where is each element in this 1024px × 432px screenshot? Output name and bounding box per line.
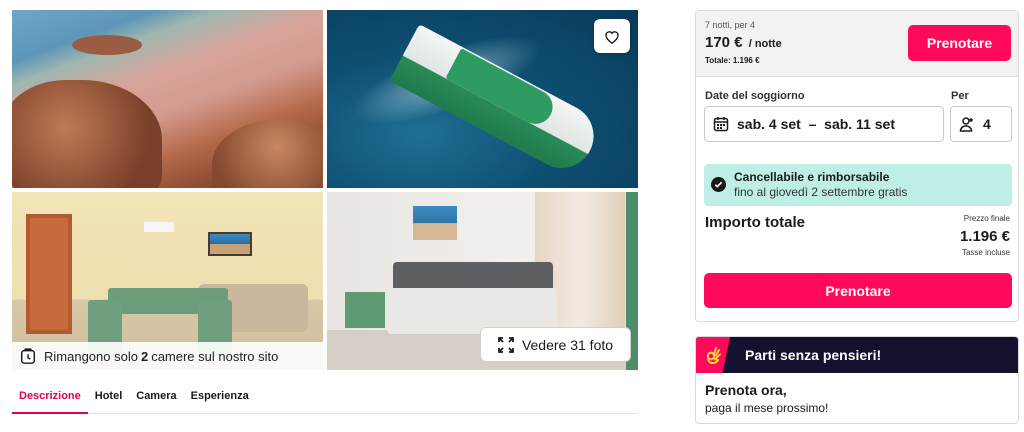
price-value: 170 € xyxy=(705,34,743,51)
final-price-label: Prezzo finale xyxy=(963,214,1010,223)
ok-hand-icon xyxy=(696,337,730,373)
book-button-top[interactable]: Prenotare xyxy=(908,25,1011,61)
total-line: Totale: 1.196 € xyxy=(705,56,760,65)
guests-label: Per xyxy=(951,90,969,102)
cancellation-subtitle: fino al giovedì 2 settembre gratis xyxy=(734,185,908,199)
rooms-left-banner: Rimangono solo 2 camere sul nostro sito xyxy=(12,342,323,370)
booking-card: 7 notti, per 4 170 € / notte Totale: 1.1… xyxy=(695,10,1019,322)
promo-line-2: paga il mese prossimo! xyxy=(705,401,829,415)
price-unit: / notte xyxy=(748,38,782,50)
dates-field[interactable]: sab. 4 set – sab. 11 set xyxy=(704,106,944,142)
expand-icon xyxy=(498,336,514,353)
rooms-prefix: Rimangono solo xyxy=(44,348,138,364)
check-circle-icon xyxy=(711,177,726,192)
guests-value: 4 xyxy=(983,116,991,132)
clock-icon xyxy=(18,346,38,366)
nightly-price: 170 € / notte xyxy=(705,34,782,51)
calendar-icon xyxy=(713,117,729,132)
dates-label: Date del soggiorno xyxy=(705,90,805,102)
promo-title: Parti senza pensieri! xyxy=(745,347,882,363)
photo-gallery: Rimangono solo 2 camere sul nostro sito … xyxy=(12,10,638,370)
tax-included-label: Tasse incluse xyxy=(961,248,1010,257)
rooms-suffix: camere sul nostro sito xyxy=(151,348,279,364)
price-header: 7 notti, per 4 170 € / notte Totale: 1.1… xyxy=(696,11,1018,77)
promo-banner: Parti senza pensieri! Prenota ora, paga … xyxy=(695,336,1019,424)
rooms-count: 2 xyxy=(140,348,149,364)
tab-esperienza[interactable]: Esperienza xyxy=(184,384,256,414)
see-photos-label: Vedere 31 foto xyxy=(521,336,614,353)
dates-value: sab. 4 set – sab. 11 set xyxy=(737,116,895,132)
promo-header: Parti senza pensieri! xyxy=(696,337,1018,373)
heart-icon xyxy=(605,30,619,44)
photo-beach[interactable] xyxy=(12,10,323,188)
person-icon xyxy=(959,117,973,132)
book-button-main[interactable]: Prenotare xyxy=(704,273,1012,308)
photo-ferry[interactable] xyxy=(327,10,638,188)
tab-camera[interactable]: Camera xyxy=(129,384,183,414)
favorite-button[interactable] xyxy=(594,19,630,53)
cancellation-info: Cancellabile e rimborsabile fino al giov… xyxy=(704,164,1012,206)
tab-descrizione[interactable]: Descrizione xyxy=(12,384,88,414)
section-tabs: Descrizione Hotel Camera Esperienza xyxy=(12,384,638,414)
promo-line-1: Prenota ora, xyxy=(705,382,787,398)
tab-hotel[interactable]: Hotel xyxy=(88,384,130,414)
nights-info: 7 notti, per 4 xyxy=(705,20,756,30)
cancellation-title: Cancellabile e rimborsabile xyxy=(734,170,890,184)
see-photos-button[interactable]: Vedere 31 foto xyxy=(480,327,631,362)
guests-field[interactable]: 4 xyxy=(950,106,1012,142)
total-amount-label: Importo totale xyxy=(705,214,805,231)
final-price-value: 1.196 € xyxy=(959,228,1010,245)
